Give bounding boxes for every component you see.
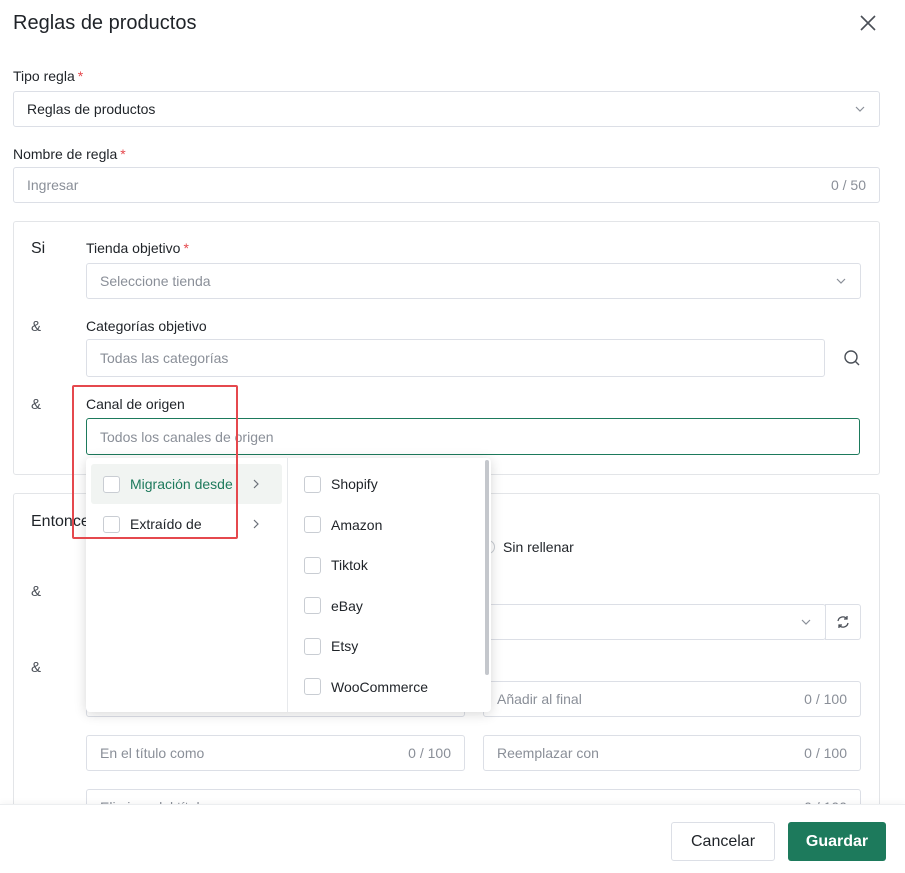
channel-label: Canal de origen — [86, 396, 185, 412]
rule-name-placeholder: Ingresar — [27, 177, 79, 193]
and-connector: & — [31, 318, 42, 335]
channel-select[interactable]: Todos los canales de origen — [86, 418, 860, 455]
rule-type-label: Tipo regla * — [13, 68, 84, 84]
rule-name-label: Nombre de regla * — [13, 146, 126, 162]
channel-option-shopify[interactable]: Shopify — [288, 464, 491, 505]
channel-placeholder: Todos los canales de origen — [100, 428, 274, 445]
in-title-placeholder: En el título como — [100, 745, 205, 761]
channel-option-list: Shopify Amazon Tiktok eBay Etsy WooComme… — [288, 458, 491, 712]
chevron-down-icon — [836, 278, 846, 284]
channel-option-label: Etsy — [331, 638, 359, 655]
chevron-down-icon — [801, 619, 811, 625]
rule-name-counter: 0 / 50 — [830, 177, 866, 193]
channel-option-label: Amazon — [331, 516, 383, 533]
store-select[interactable]: Seleccione tienda — [86, 263, 861, 299]
checkbox[interactable] — [304, 637, 321, 655]
channel-option-etsy[interactable]: Etsy — [288, 626, 491, 667]
in-title-counter: 0 / 100 — [408, 745, 451, 761]
channel-option-ebay[interactable]: eBay — [288, 586, 491, 627]
si-label: Si — [31, 240, 46, 257]
channel-group-list: Migración desde Extraído de — [86, 458, 288, 712]
replace-with-input[interactable]: Reemplazar con 0 / 100 — [483, 735, 861, 771]
channel-option-label: Tiktok — [331, 557, 368, 574]
dialog-title: Reglas de productos — [13, 12, 197, 34]
categories-placeholder: Todas las categorías — [100, 350, 229, 366]
append-end-counter: 0 / 100 — [804, 691, 847, 707]
channel-option-amazon[interactable]: Amazon — [288, 505, 491, 546]
checkbox[interactable] — [304, 516, 321, 534]
search-icon[interactable] — [843, 349, 861, 367]
checkbox[interactable] — [304, 556, 321, 574]
checkbox[interactable] — [304, 597, 321, 615]
dialog-footer: Cancelar Guardar — [0, 804, 905, 873]
checkbox[interactable] — [304, 678, 321, 696]
dropdown-scrollbar[interactable] — [485, 460, 489, 675]
rule-type-select[interactable]: Reglas de productos — [13, 91, 880, 127]
append-end-input[interactable]: Añadir al final 0 / 100 — [483, 681, 861, 717]
channel-option-woocommerce[interactable]: WooCommerce — [288, 667, 491, 708]
channel-option-label: eBay — [331, 597, 363, 614]
chevron-right-icon — [253, 479, 259, 489]
channel-dropdown: Migración desde Extraído de Shopify Amaz… — [86, 458, 491, 712]
chevron-right-icon — [253, 519, 259, 529]
checkbox[interactable] — [103, 475, 120, 493]
refresh-button[interactable] — [825, 604, 861, 640]
rule-type-value: Reglas de productos — [27, 101, 156, 117]
cancel-button[interactable]: Cancelar — [671, 822, 775, 861]
and-connector: & — [31, 583, 42, 600]
group-option-extraido[interactable]: Extraído de — [91, 504, 282, 544]
refresh-icon — [837, 616, 849, 628]
group-option-label: Migración desde — [130, 476, 233, 492]
radio-sin-rellenar-label: Sin rellenar — [503, 539, 574, 555]
group-option-migracion[interactable]: Migración desde — [91, 464, 282, 504]
rule-name-input[interactable]: Ingresar 0 / 50 — [13, 167, 880, 203]
channel-option-label: WooCommerce — [331, 678, 428, 695]
close-icon[interactable] — [858, 13, 878, 33]
group-option-label: Extraído de — [130, 516, 202, 532]
replace-with-counter: 0 / 100 — [804, 745, 847, 761]
in-title-input[interactable]: En el título como 0 / 100 — [86, 735, 465, 771]
categories-label: Categorías objetivo — [86, 318, 207, 334]
store-placeholder: Seleccione tienda — [100, 273, 211, 289]
store-label: Tienda objetivo * — [86, 240, 189, 256]
replace-with-placeholder: Reemplazar con — [497, 745, 599, 761]
channel-option-label: Shopify — [331, 476, 378, 493]
channel-option-tiktok[interactable]: Tiktok — [288, 545, 491, 586]
append-end-placeholder: Añadir al final — [497, 691, 582, 707]
save-button[interactable]: Guardar — [788, 822, 886, 861]
and-connector: & — [31, 659, 42, 676]
chevron-down-icon — [855, 106, 865, 112]
and-connector: & — [31, 396, 42, 413]
checkbox[interactable] — [103, 515, 120, 533]
categories-select[interactable]: Todas las categorías — [86, 339, 825, 377]
checkbox[interactable] — [304, 475, 321, 493]
